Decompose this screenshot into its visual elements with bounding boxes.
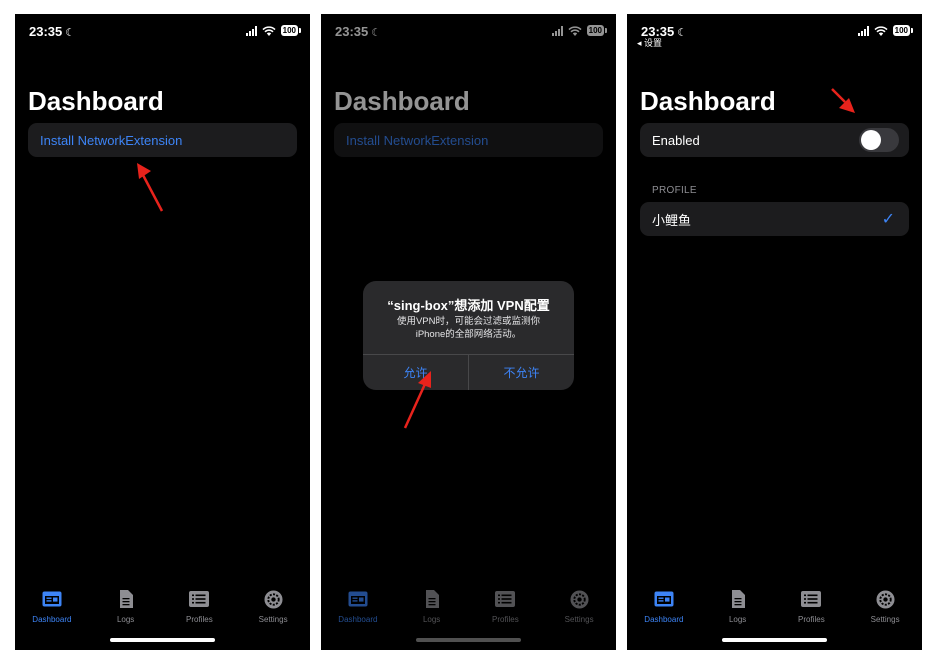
phone-screen-enabled: 23:35 ☾ ◂ 设置 100 Dashboard Enabled PROFIL… [627,14,922,650]
phone-screen-vpn-permission: 23:35 ☾ 100 Dashboard Install NetworkExte… [321,14,616,650]
annotation-arrow [831,88,855,113]
annotation-arrow [137,163,164,212]
phone-screen-install: 23:35 ☾ 100 Dashboard Install NetworkExte… [15,14,310,650]
annotation-arrow [403,371,431,429]
